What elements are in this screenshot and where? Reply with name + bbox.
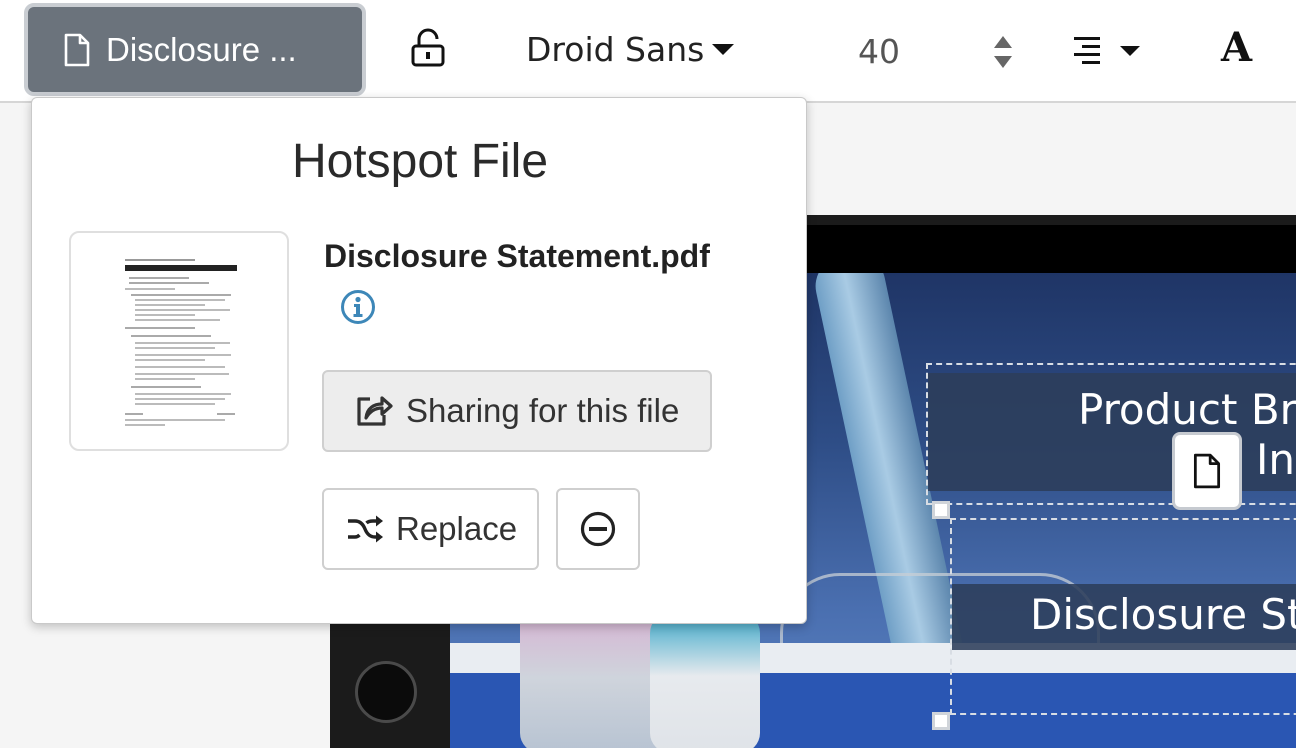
font-family-select[interactable]: Droid Sans — [526, 30, 735, 69]
remove-file-button[interactable] — [556, 488, 640, 570]
hotspot-file-button[interactable]: Disclosure ... — [24, 3, 366, 96]
font-size-stepper[interactable] — [992, 36, 1014, 70]
caret-up-icon[interactable] — [994, 36, 1012, 48]
replace-button-label: Replace — [396, 510, 518, 547]
toolbar: Disclosure ... Droid Sans 40 A — [0, 0, 1296, 103]
hotspot-region-selected[interactable] — [950, 518, 1296, 715]
file-thumbnail[interactable] — [69, 231, 289, 451]
file-name: Disclosure Statement.pdf — [324, 238, 710, 274]
text-align-dropdown[interactable] — [1070, 34, 1144, 70]
align-right-icon — [1074, 37, 1100, 64]
person-figure — [650, 613, 760, 748]
resize-handle[interactable] — [932, 712, 950, 730]
lock-icon[interactable] — [410, 28, 446, 68]
file-icon — [1193, 453, 1221, 489]
person-figure — [520, 603, 670, 748]
hotspot-file-popover: Hotspot File Disclosure Statement.pdf Sh… — [31, 97, 807, 624]
font-size-input[interactable]: 40 — [858, 32, 900, 71]
font-family-value: Droid Sans — [526, 30, 705, 69]
share-button-label: Sharing for this file — [406, 392, 680, 429]
popover-title: Hotspot File — [291, 135, 549, 188]
share-icon — [357, 396, 393, 426]
hotspot-file-badge[interactable] — [1172, 432, 1242, 510]
replace-button[interactable]: Replace — [322, 488, 539, 570]
chevron-down-icon — [712, 44, 735, 55]
minus-circle-icon — [580, 511, 616, 547]
shuffle-icon — [348, 515, 383, 543]
info-icon[interactable] — [340, 289, 376, 325]
caret-down-icon[interactable] — [994, 56, 1012, 68]
document-preview-image — [121, 255, 239, 433]
file-button-label: Disclosure ... — [106, 30, 297, 68]
chevron-down-icon — [1120, 46, 1140, 56]
sharing-for-file-button[interactable]: Sharing for this file — [322, 370, 712, 452]
resize-handle[interactable] — [932, 501, 950, 519]
device-home-button — [355, 661, 417, 723]
file-icon — [64, 33, 90, 66]
text-style-button[interactable]: A — [1221, 24, 1252, 71]
